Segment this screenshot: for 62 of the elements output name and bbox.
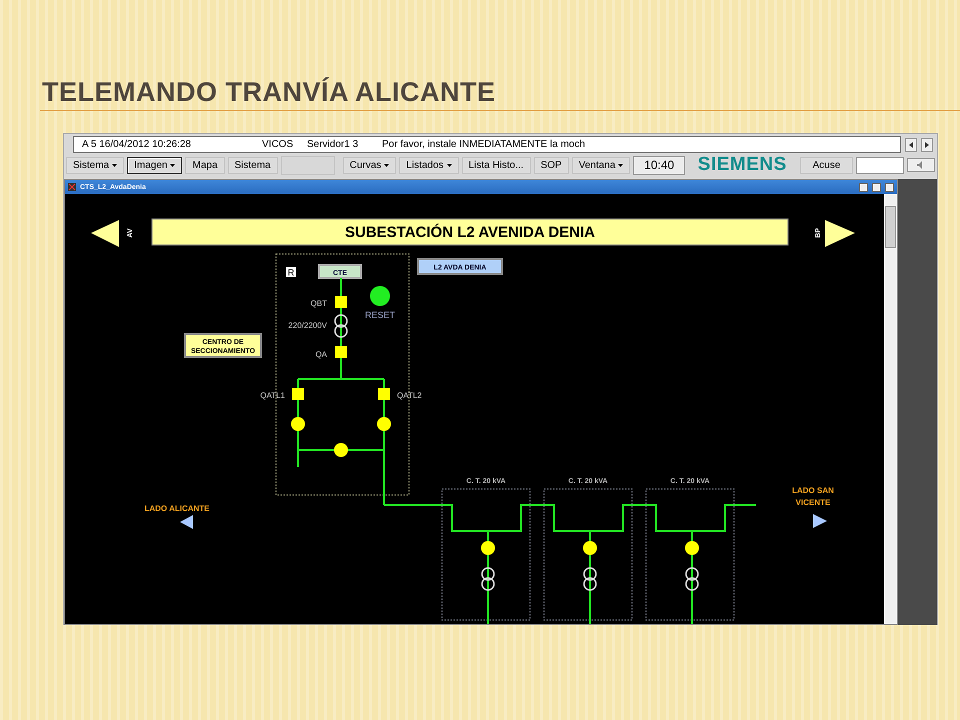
server-text: Servidor1 3 <box>307 139 360 150</box>
left-nav-arrow[interactable] <box>91 220 119 247</box>
slide-title: TELEMANDO TRANVÍA ALICANTE <box>42 77 496 108</box>
left-arrow-icon <box>909 142 913 148</box>
clock: 10:40 <box>633 156 685 174</box>
toolbar-button[interactable]: Ventana <box>572 156 630 174</box>
caret-icon <box>618 164 624 166</box>
transformer-icon <box>334 314 348 338</box>
app-icon <box>68 183 76 191</box>
speaker-icon[interactable] <box>907 158 936 172</box>
caret-icon <box>384 164 390 166</box>
toolbar-button[interactable]: Lista Histo... <box>462 156 531 174</box>
side-label: VICENTE <box>796 498 830 507</box>
toolbar-button[interactable]: Listados <box>399 156 459 174</box>
breaker-label: QBT <box>310 299 327 308</box>
minimize-button[interactable] <box>859 182 868 192</box>
caret-icon <box>446 164 452 166</box>
toolbar-button[interactable]: Mapa <box>185 156 224 174</box>
reset-lamp[interactable] <box>370 286 390 306</box>
breaker-icon <box>378 388 390 400</box>
toolbar-button[interactable]: Imagen <box>127 156 182 174</box>
maximize-button[interactable] <box>872 182 881 192</box>
transformer-icon <box>583 567 597 591</box>
caret-icon <box>112 164 118 166</box>
close-button[interactable] <box>885 182 894 192</box>
left-side-arrow[interactable] <box>180 515 193 529</box>
switch-icon <box>377 417 391 431</box>
toolbar-button[interactable]: SOP <box>534 156 569 174</box>
side-label: LADO ALICANTE <box>144 504 210 513</box>
right-nav-arrow[interactable] <box>825 220 855 247</box>
switch-icon <box>334 443 348 457</box>
scroll-right-button[interactable] <box>921 138 933 152</box>
input-field[interactable] <box>856 156 904 174</box>
right-arrow-icon <box>925 142 929 148</box>
side-label: LADO SAN <box>792 486 834 495</box>
remote-flag: R <box>286 267 296 278</box>
breaker-label: QA <box>315 350 327 359</box>
switch-icon <box>583 541 597 555</box>
toolbar-button[interactable]: Sistema <box>228 156 278 174</box>
switch-icon <box>481 541 495 555</box>
alarm-text: A 5 16/04/2012 10:26:28 <box>82 139 192 150</box>
transformer-icon <box>481 567 495 591</box>
breaker-label: QATL1 <box>260 391 285 400</box>
switch-icon <box>685 541 699 555</box>
reset-label: RESET <box>365 310 395 320</box>
breaker-icon <box>292 388 304 400</box>
ack-button[interactable]: Acuse <box>800 156 854 174</box>
scroll-left-button[interactable] <box>905 138 917 152</box>
breaker-icon <box>335 296 347 308</box>
transformer-icon <box>685 567 699 591</box>
voltage-label: 220/2200V <box>288 321 327 330</box>
breaker-icon <box>335 346 347 358</box>
caret-icon <box>170 164 176 166</box>
diagram-title: SUBESTACIÓN L2 AVENIDA DENIA <box>344 224 596 241</box>
toolbar-button[interactable]: Curvas <box>342 156 396 174</box>
toolbar-button[interactable]: Sistema <box>66 156 124 174</box>
logo: SIEMENS <box>696 154 788 176</box>
breaker-label: QATL2 <box>397 391 422 400</box>
message-text: Por favor, instale INMEDIATAMENTE la moch <box>382 139 586 150</box>
right-side-arrow[interactable] <box>813 514 827 528</box>
switch-icon <box>291 417 305 431</box>
system-text: VICOS <box>262 139 294 150</box>
